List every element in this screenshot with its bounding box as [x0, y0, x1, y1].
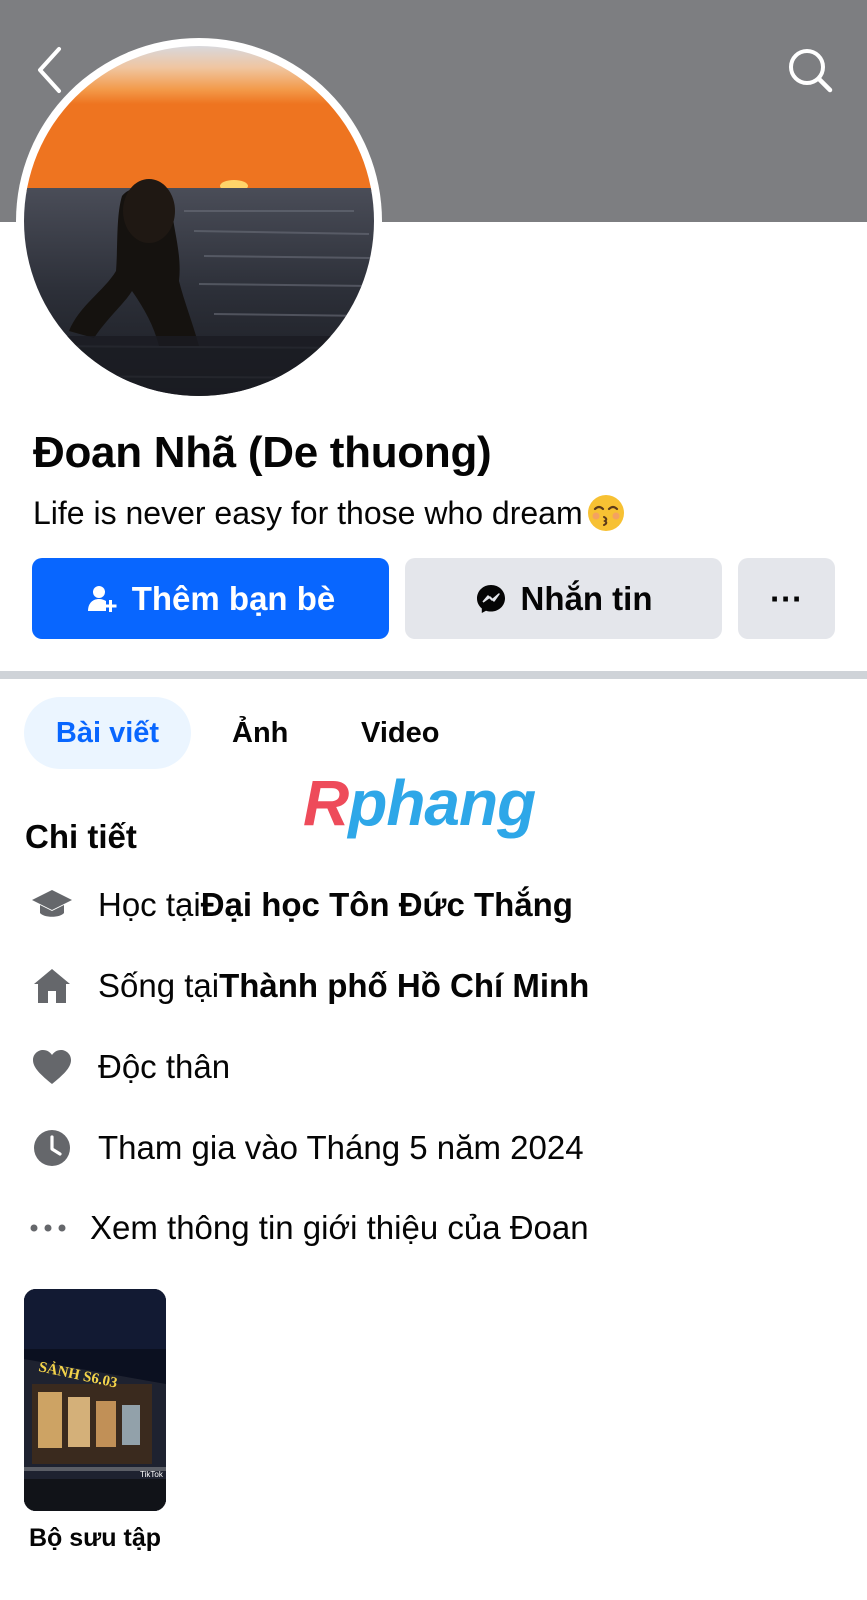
chevron-left-icon [38, 47, 61, 93]
back-button[interactable] [30, 42, 70, 98]
thumbnail-tiktok-mark: TikTok [140, 1470, 164, 1479]
detail-location: Sống tại Thành phố Hồ Chí Minh [30, 961, 589, 1011]
avatar-image [24, 46, 374, 396]
more-icon: ··· [770, 579, 803, 617]
see-about-info-link[interactable]: Xem thông tin giới thiệu của Đoan [26, 1203, 589, 1253]
heart-icon [30, 1045, 74, 1089]
detail-joined: Tham gia vào Tháng 5 năm 2024 [30, 1123, 584, 1173]
search-icon [789, 49, 833, 93]
home-icon [30, 964, 74, 1008]
tab-posts[interactable]: Bài viết [24, 697, 191, 769]
more-options-button[interactable]: ··· [738, 558, 835, 639]
watermark-logo: Rphang [303, 767, 536, 839]
profile-name: Đoan Nhã (De thuong) [33, 428, 492, 477]
add-friend-button[interactable]: Thêm bạn bè [32, 558, 389, 639]
details-title: Chi tiết [25, 818, 137, 855]
detail-relationship: Độc thân [30, 1042, 230, 1092]
tab-photos[interactable]: Ảnh [232, 697, 288, 769]
add-friend-label: Thêm bạn bè [131, 579, 336, 617]
search-button[interactable] [782, 42, 838, 98]
clock-icon [30, 1126, 74, 1170]
graduation-cap-icon [30, 883, 74, 927]
message-label: Nhắn tin [520, 579, 653, 617]
detail-education: Học tại Đại học Tôn Đức Thắng [30, 880, 573, 930]
kissing-face-emoji-icon [587, 495, 624, 531]
add-friend-icon [86, 583, 118, 615]
collection-thumbnail[interactable]: SẢNH S6.03 TikTok [24, 1289, 166, 1511]
collection-label[interactable]: Bộ sưu tập [24, 1522, 166, 1554]
more-dots-icon [26, 1206, 70, 1250]
messenger-icon [475, 583, 507, 615]
profile-bio: Life is never easy for those who dream [33, 493, 626, 533]
bio-text: Life is never easy for those who dream [33, 494, 583, 531]
message-button[interactable]: Nhắn tin [405, 558, 722, 639]
section-divider [0, 671, 867, 679]
tab-video[interactable]: Video [361, 697, 439, 769]
profile-picture[interactable] [16, 38, 382, 404]
